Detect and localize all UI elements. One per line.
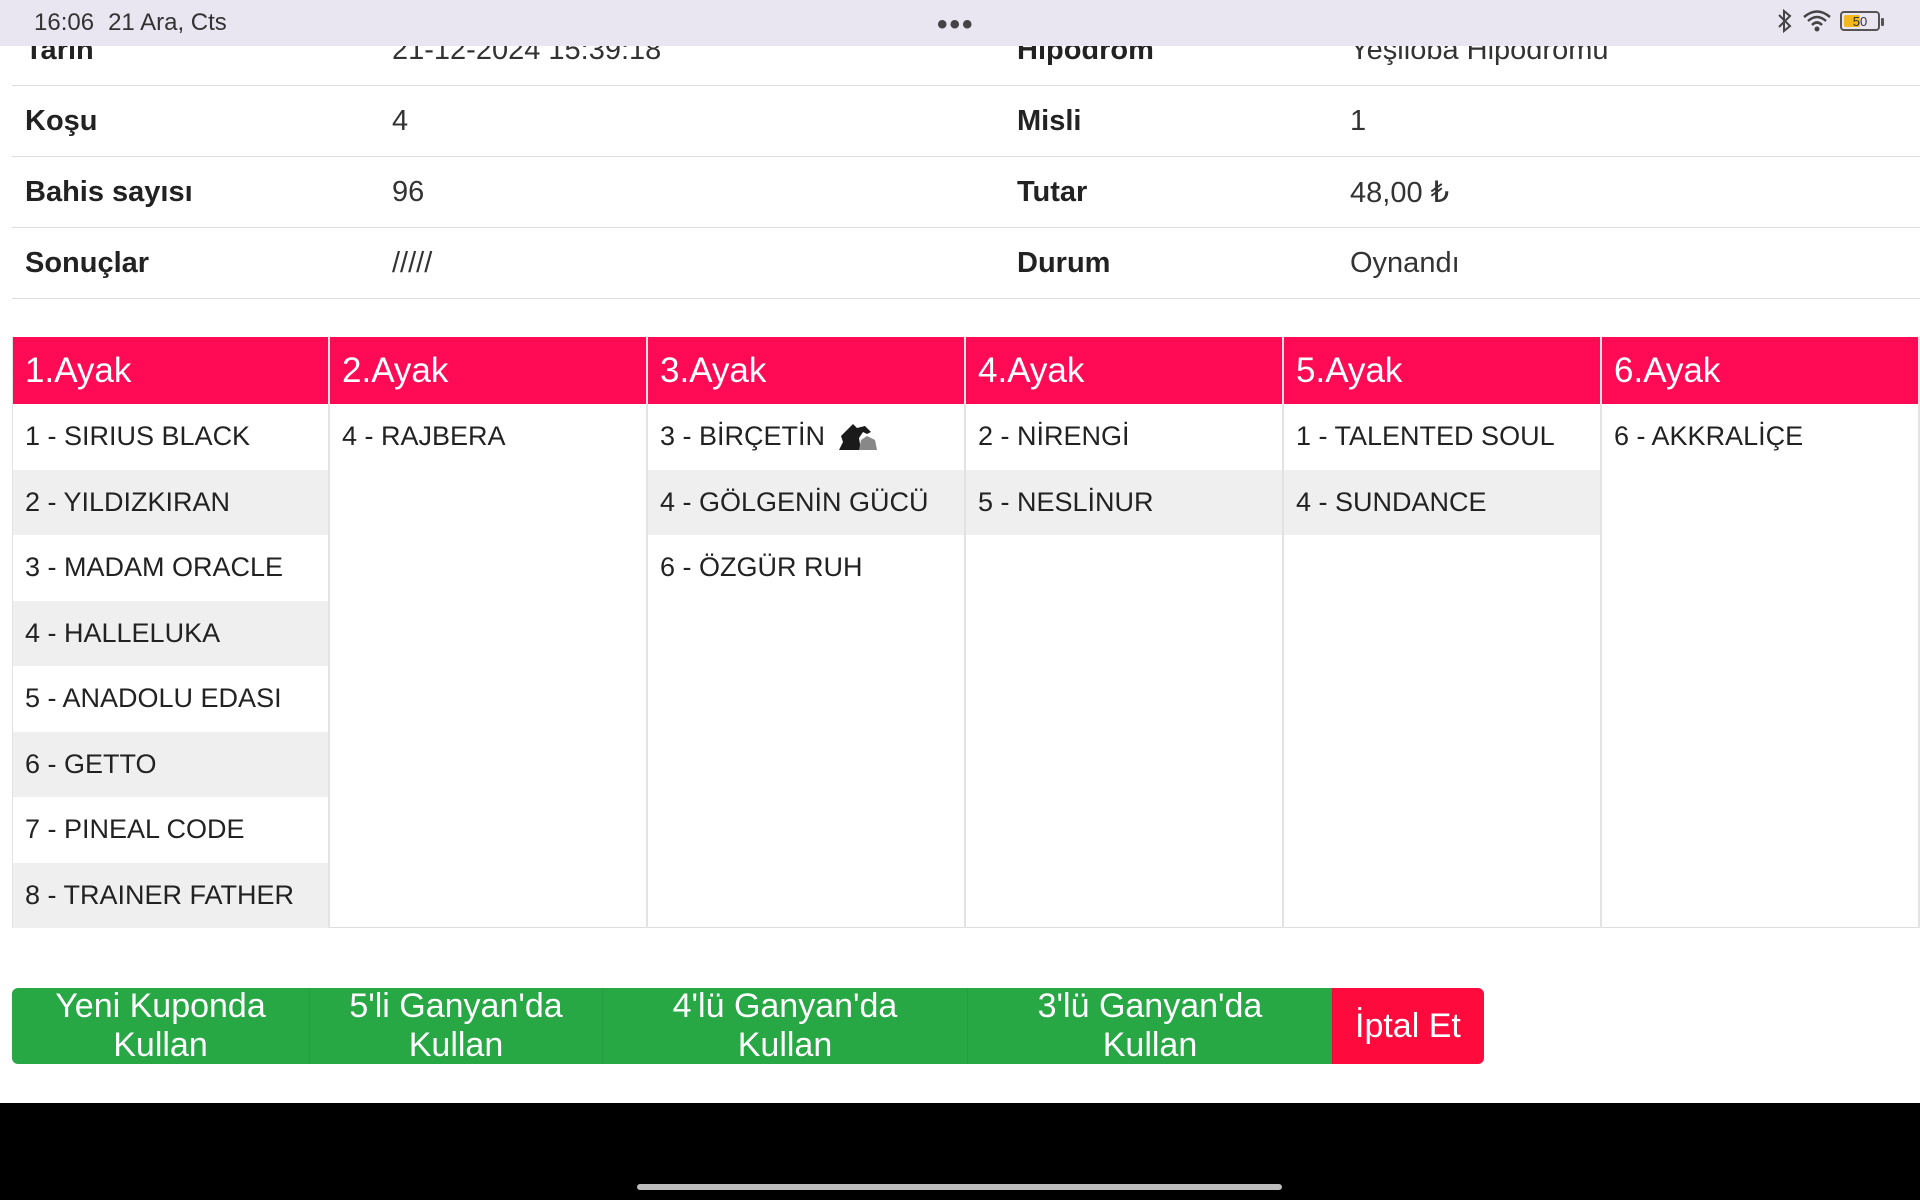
leg-header: 2.Ayak — [330, 337, 647, 404]
horse-item[interactable]: 4 - HALLELUKA — [13, 600, 329, 666]
leg-header: 3.Ayak — [648, 337, 965, 404]
horse-item[interactable]: 6 - ÖZGÜR RUH — [648, 535, 964, 601]
horse-item[interactable]: 4 - RAJBERA — [330, 404, 646, 470]
bluetooth-icon — [1778, 8, 1792, 34]
horse-label: 6 - ÖZGÜR RUH — [660, 552, 863, 583]
horse-item[interactable]: 3 - BİRÇETİN — [648, 404, 964, 470]
leg-header: 5.Ayak — [1284, 337, 1601, 404]
horse-item[interactable]: 2 - YILDIZKIRAN — [13, 469, 329, 535]
status-bar: 16:06 21 Ara, Cts ••• 50 — [0, 0, 1920, 46]
info-label: Tutar — [1017, 175, 1088, 208]
battery-icon: 50 — [1840, 11, 1884, 31]
horse-label: 6 - AKKRALİÇE — [1614, 421, 1804, 452]
navigation-bar — [0, 1103, 1920, 1200]
horse-item[interactable]: 6 - AKKRALİÇE — [1602, 404, 1918, 470]
horse-label: 6 - GETTO — [25, 748, 157, 779]
horse-label: 7 - PINEAL CODE — [25, 814, 245, 845]
leg-column: 3.Ayak 3 - BİRÇETİN 4 - GÖLGENİN GÜCÜ 6 - Ö… — [648, 337, 967, 928]
horse-item[interactable]: 4 - SUNDANCE — [1284, 469, 1601, 535]
info-value: 4 — [392, 104, 409, 137]
status-time: 16:06 — [34, 9, 95, 36]
use-4lu-ganyan-button[interactable]: 4'lü Ganyan'da Kullan — [602, 988, 967, 1064]
use-3lu-ganyan-button[interactable]: 3'lü Ganyan'da Kullan — [967, 988, 1332, 1064]
info-value: Oynandı — [1350, 246, 1460, 279]
cancel-button[interactable]: İptal Et — [1332, 988, 1484, 1064]
horse-label: 1 - TALENTED SOUL — [1296, 421, 1555, 452]
info-label: Durum — [1017, 246, 1111, 279]
info-row: Koşu 4 Misli 1 — [12, 86, 1920, 157]
leg-column: 1.Ayak 1 - SIRIUS BLACK 2 - YILDIZKIRAN 3 -… — [12, 337, 331, 928]
leg-column: 2.Ayak 4 - RAJBERA — [330, 337, 649, 928]
status-date: 21 Ara, Cts — [108, 9, 227, 36]
info-label: Misli — [1017, 104, 1082, 137]
status-icons: 50 — [1776, 8, 1884, 34]
horse-label: 5 - NESLİNUR — [978, 486, 1154, 517]
wifi-icon — [1803, 10, 1831, 32]
action-buttons: Yeni Kuponda Kullan 5'li Ganyan'da Kulla… — [12, 988, 1484, 1064]
legs-grid: 1.Ayak 1 - SIRIUS BLACK 2 - YILDIZKIRAN 3 -… — [12, 337, 1920, 928]
horse-label: 4 - HALLELUKA — [25, 617, 221, 648]
horse-label: 1 - SIRIUS BLACK — [25, 421, 251, 452]
horse-label: 2 - YILDIZKIRAN — [25, 486, 231, 517]
horse-item[interactable]: 3 - MADAM ORACLE — [13, 535, 328, 601]
leg-column: 5.Ayak 1 - TALENTED SOUL 4 - SUNDANCE — [1284, 337, 1603, 928]
more-dots-icon[interactable]: ••• — [937, 8, 975, 42]
info-value: 96 — [392, 175, 425, 208]
horse-item[interactable]: 4 - GÖLGENİN GÜCÜ — [648, 469, 965, 535]
horse-label: 2 - NİRENGİ — [978, 421, 1130, 452]
leg-header: 1.Ayak — [13, 337, 329, 404]
battery-level: 50 — [1852, 13, 1868, 29]
horse-label: 3 - MADAM ORACLE — [25, 552, 284, 583]
horse-item[interactable]: 1 - TALENTED SOUL — [1284, 404, 1600, 470]
horse-icon — [839, 423, 878, 450]
horse-label: 4 - SUNDANCE — [1296, 486, 1487, 517]
horse-label: 4 - RAJBERA — [342, 421, 506, 452]
horse-label: 8 - TRAINER FATHER — [25, 879, 295, 910]
horse-item[interactable]: 2 - NİRENGİ — [966, 404, 1282, 470]
use-new-coupon-button[interactable]: Yeni Kuponda Kullan — [12, 988, 309, 1064]
use-5li-ganyan-button[interactable]: 5'li Ganyan'da Kullan — [309, 988, 602, 1064]
info-row: Sonuçlar ///// Durum Oynandı — [12, 228, 1920, 299]
horse-item[interactable]: 8 - TRAINER FATHER — [13, 862, 329, 928]
horse-item[interactable]: 1 - SIRIUS BLACK — [13, 404, 328, 470]
info-label: Sonuçlar — [25, 246, 150, 279]
horse-item[interactable]: 7 - PINEAL CODE — [13, 797, 328, 863]
info-label: Bahis sayısı — [25, 175, 193, 208]
horse-item[interactable]: 5 - ANADOLU EDASI — [13, 666, 328, 732]
info-row: Bahis sayısı 96 Tutar 48,00 ₺ — [12, 157, 1920, 228]
leg-header: 4.Ayak — [966, 337, 1283, 404]
leg-header: 6.Ayak — [1602, 337, 1919, 404]
home-gesture-handle[interactable] — [637, 1184, 1282, 1190]
horse-label: 4 - GÖLGENİN GÜCÜ — [660, 486, 929, 517]
horse-item[interactable]: 5 - NESLİNUR — [966, 469, 1283, 535]
info-label: Koşu — [25, 104, 98, 137]
horse-label: 5 - ANADOLU EDASI — [25, 683, 282, 714]
info-value: 48,00 ₺ — [1350, 176, 1450, 209]
info-value: ///// — [392, 246, 433, 279]
leg-column: 6.Ayak 6 - AKKRALİÇE — [1602, 337, 1920, 928]
horse-label: 3 - BİRÇETİN — [660, 421, 826, 452]
coupon-info-table: Tarih 21-12-2024 15:39:18 Hipodrom Yeşiloba… — [12, 28, 1920, 299]
horse-item[interactable]: 6 - GETTO — [13, 731, 329, 797]
leg-column: 4.Ayak 2 - NİRENGİ 5 - NESLİNUR — [966, 337, 1285, 928]
info-value: 1 — [1350, 104, 1367, 137]
